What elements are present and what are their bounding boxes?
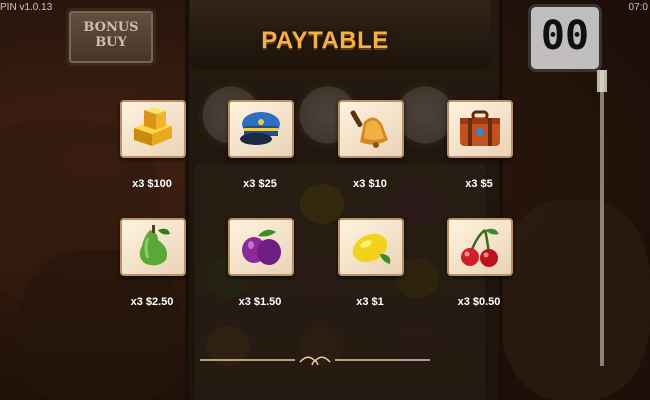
clock-label: 07:0 xyxy=(628,2,648,13)
ornament-divider xyxy=(200,356,430,366)
payout-gold-bars: x3 $100 xyxy=(132,178,172,190)
bell-icon xyxy=(350,110,388,148)
payout-conductor-cap: x3 $25 xyxy=(243,178,277,190)
scroll-thumb[interactable] xyxy=(597,70,607,92)
paytable-tile-conductor-cap xyxy=(228,100,294,158)
paytable-tile-lemon xyxy=(338,218,404,276)
payout-cherry: x3 $0.50 xyxy=(457,296,501,308)
cherry-icon xyxy=(461,228,499,267)
plum-icon xyxy=(242,229,281,265)
paytable-tile-bell xyxy=(338,100,404,158)
payout-bell: x3 $10 xyxy=(353,178,387,190)
lemon-icon xyxy=(352,233,391,264)
gold-bars-icon xyxy=(134,107,172,146)
scroll-track[interactable] xyxy=(600,70,604,366)
payout-plum: x3 $1.50 xyxy=(238,296,282,308)
paytable-tile-gold-bars xyxy=(120,100,186,158)
payout-pear: x3 $2.50 xyxy=(130,296,174,308)
pear-icon xyxy=(139,225,170,266)
paytable-tile-cherry xyxy=(447,218,513,276)
conductor-cap-icon xyxy=(240,112,280,145)
payout-lemon: x3 $1 xyxy=(356,296,384,308)
paytable-title: PAYTABLE xyxy=(261,27,389,54)
paytable-tile-suitcase xyxy=(447,100,513,158)
version-label: PIN v1.0.13 xyxy=(0,2,53,13)
payout-suitcase: x3 $5 xyxy=(465,178,493,190)
paytable-tile-pear xyxy=(120,218,186,276)
paytable-tile-plum xyxy=(228,218,294,276)
suitcase-icon xyxy=(460,110,500,146)
